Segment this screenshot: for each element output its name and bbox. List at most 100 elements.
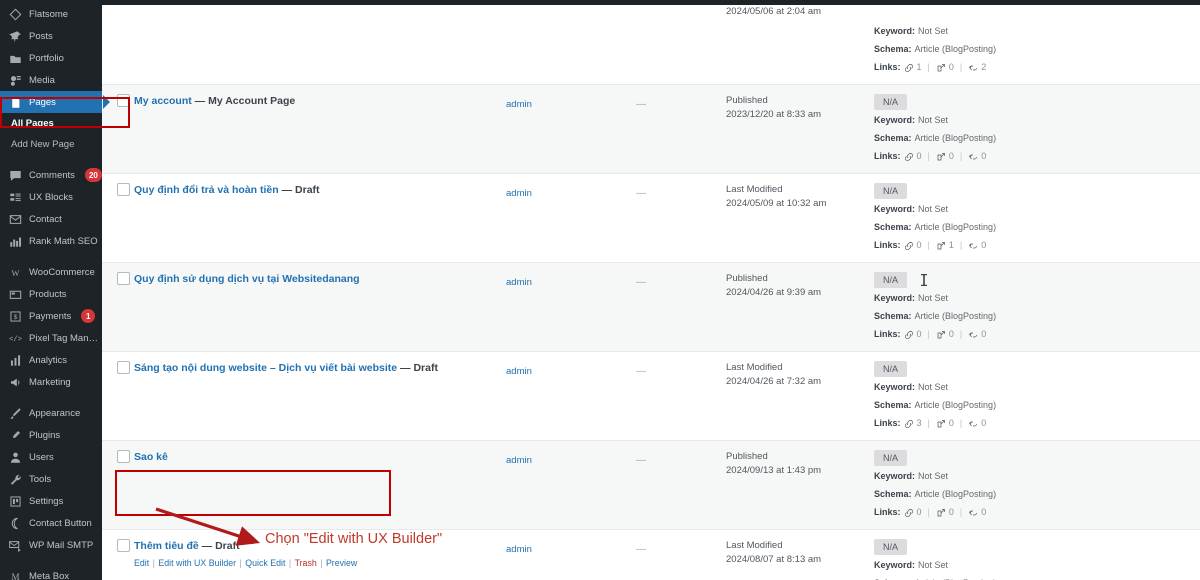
row-checkbox[interactable] xyxy=(117,361,130,374)
row-title-link[interactable]: Quy định đổi trả và hoàn tiền xyxy=(134,184,279,196)
seo-badge-row: N/A xyxy=(874,272,1200,288)
row-author-cell[interactable]: admin xyxy=(506,351,618,441)
seo-links-label: Links: xyxy=(874,329,901,339)
row-title-cell[interactable]: Sáng tạo nội dung website – Dịch vụ viết… xyxy=(134,351,506,441)
sidebar-item-marketing[interactable]: Marketing xyxy=(0,371,102,393)
row-title[interactable]: Quy định đổi trả và hoàn tiền — Draft xyxy=(134,183,506,197)
row-title[interactable]: Quy định sử dụng dịch vụ tại Websitedana… xyxy=(134,272,506,286)
row-title[interactable]: My account — My Account Page xyxy=(134,94,506,108)
row-date-cell: Published 2024/04/26 at 9:39 am xyxy=(726,262,874,352)
external-link-count: 0 xyxy=(948,507,954,517)
row-title-link[interactable]: Sáng tạo nội dung website – Dịch vụ viết… xyxy=(134,362,397,374)
row-comments-cell: — xyxy=(618,440,726,530)
sidebar-item-analytics[interactable]: Analytics xyxy=(0,349,102,371)
external-link-count: 0 xyxy=(948,62,954,72)
row-action-preview[interactable]: Preview xyxy=(326,558,357,568)
sidebar-item-settings[interactable]: Settings xyxy=(0,490,102,512)
table-row[interactable]: Quy định đổi trả và hoàn tiền — Draft ad… xyxy=(102,173,1200,263)
row-author-cell[interactable]: admin xyxy=(506,440,618,530)
annotation-arrow-icon xyxy=(155,507,261,546)
row-action-quick-edit[interactable]: Quick Edit xyxy=(245,558,285,568)
row-author[interactable]: admin xyxy=(506,455,532,466)
divider: | xyxy=(959,62,963,72)
sidebar-item-ux-blocks[interactable]: UX Blocks xyxy=(0,186,102,208)
row-action-edit-with-ux-builder[interactable]: Edit with UX Builder xyxy=(158,558,236,568)
seo-links-line: Links: 0 | 0 | 0 xyxy=(874,505,1200,520)
sidebar-item-tools[interactable]: Tools xyxy=(0,468,102,490)
sidebar-item-posts[interactable]: Posts xyxy=(0,25,102,47)
table-row[interactable]: 2024/05/06 at 2:04 am N/A Keyword: Not S… xyxy=(102,5,1200,85)
row-checkbox[interactable] xyxy=(117,94,130,107)
sidebar-item-appearance[interactable]: Appearance xyxy=(0,402,102,424)
row-checkbox[interactable] xyxy=(117,539,130,552)
external-link-icon: 0 xyxy=(936,327,954,342)
row-author[interactable]: admin xyxy=(506,99,532,110)
row-date-cell: Published 2023/12/20 at 8:33 am xyxy=(726,84,874,174)
pages-list-content: 2024/05/06 at 2:04 am N/A Keyword: Not S… xyxy=(102,5,1200,580)
row-checkbox[interactable] xyxy=(117,272,130,285)
row-author[interactable]: admin xyxy=(506,544,532,555)
row-action-trash[interactable]: Trash xyxy=(295,558,317,568)
row-title[interactable]: Sao kê xyxy=(134,450,506,464)
row-title-link[interactable]: Sao kê xyxy=(134,451,168,463)
row-checkbox-cell[interactable] xyxy=(102,440,134,530)
sidebar-item-flatsome[interactable]: Flatsome xyxy=(0,3,102,25)
row-title-cell[interactable]: My account — My Account Page xyxy=(134,84,506,174)
sidebar-item-wp-mail-smtp[interactable]: WP Mail SMTP xyxy=(0,534,102,556)
sidebar-item-pixel-tag-manager[interactable]: </> Pixel Tag Manager xyxy=(0,327,102,349)
row-date-status: Last Modified xyxy=(726,540,783,551)
row-title-link[interactable]: Quy định sử dụng dịch vụ tại Websitedana… xyxy=(134,273,360,285)
sidebar-item-all-pages[interactable]: All Pages xyxy=(0,113,102,134)
divider: | xyxy=(959,418,963,428)
row-title-cell[interactable]: Quy định đổi trả và hoàn tiền — Draft xyxy=(134,173,506,263)
sidebar-item-payments[interactable]: $ Payments 1 xyxy=(0,305,102,327)
sidebar-item-add-new-page[interactable]: Add New Page xyxy=(0,134,102,155)
table-row[interactable]: Sáng tạo nội dung website – Dịch vụ viết… xyxy=(102,351,1200,441)
sidebar-item-media[interactable]: Media xyxy=(0,69,102,91)
row-checkbox-cell[interactable] xyxy=(102,262,134,352)
row-date-value: 2024/04/26 at 9:39 am xyxy=(726,287,822,298)
seo-keyword-line: Keyword: Not Set xyxy=(874,202,1200,217)
sidebar-item-contact-button[interactable]: Contact Button xyxy=(0,512,102,534)
sidebar-item-portfolio[interactable]: Portfolio xyxy=(0,47,102,69)
sidebar-item-users[interactable]: Users xyxy=(0,446,102,468)
row-title-cell[interactable]: Quy định sử dụng dịch vụ tại Websitedana… xyxy=(134,262,506,352)
row-comments-count: — xyxy=(636,99,646,110)
pages-table: 2024/05/06 at 2:04 am N/A Keyword: Not S… xyxy=(102,5,1200,580)
row-author-cell[interactable]: admin xyxy=(506,84,618,174)
row-title-cell[interactable] xyxy=(134,5,506,85)
row-title[interactable]: Sáng tạo nội dung website – Dịch vụ viết… xyxy=(134,361,506,375)
row-checkbox-cell[interactable] xyxy=(102,529,134,580)
sidebar-item-meta-box[interactable]: M Meta Box xyxy=(0,565,102,580)
table-row[interactable]: Quy định sử dụng dịch vụ tại Websitedana… xyxy=(102,262,1200,352)
row-comments-cell: — xyxy=(618,351,726,441)
seo-schema-label: Schema: xyxy=(874,400,912,410)
row-checkbox-cell[interactable] xyxy=(102,351,134,441)
row-author-cell[interactable]: admin xyxy=(506,173,618,263)
row-author-cell[interactable]: admin xyxy=(506,262,618,352)
row-comments-cell: — xyxy=(618,529,726,580)
sidebar-label: Pixel Tag Manager xyxy=(29,332,102,344)
table-row[interactable]: My account — My Account Page admin — Pub… xyxy=(102,84,1200,174)
row-action-edit[interactable]: Edit xyxy=(134,558,149,568)
row-checkbox[interactable] xyxy=(117,450,130,463)
row-author-cell[interactable]: admin xyxy=(506,529,618,580)
row-checkbox[interactable] xyxy=(117,183,130,196)
sidebar-item-pages[interactable]: Pages xyxy=(0,91,110,113)
brush-icon xyxy=(8,406,22,420)
sidebar-item-products[interactable]: Products xyxy=(0,283,102,305)
media-icon xyxy=(8,73,22,87)
row-actions[interactable]: Edit | Edit with UX Builder | Quick Edit… xyxy=(134,557,506,569)
row-author[interactable]: admin xyxy=(506,188,532,199)
sidebar-item-woocommerce[interactable]: W WooCommerce xyxy=(0,261,102,283)
row-checkbox-cell[interactable] xyxy=(102,5,134,85)
sidebar-item-comments[interactable]: Comments 20 xyxy=(0,164,102,186)
sidebar-item-rank-math-seo[interactable]: Rank Math SEO xyxy=(0,230,102,252)
row-title-link[interactable]: My account xyxy=(134,95,192,107)
sidebar-item-contact[interactable]: Contact xyxy=(0,208,102,230)
row-checkbox-cell[interactable] xyxy=(102,173,134,263)
row-author[interactable]: admin xyxy=(506,366,532,377)
row-comments-cell: — xyxy=(618,262,726,352)
row-author[interactable]: admin xyxy=(506,277,532,288)
sidebar-item-plugins[interactable]: Plugins xyxy=(0,424,102,446)
